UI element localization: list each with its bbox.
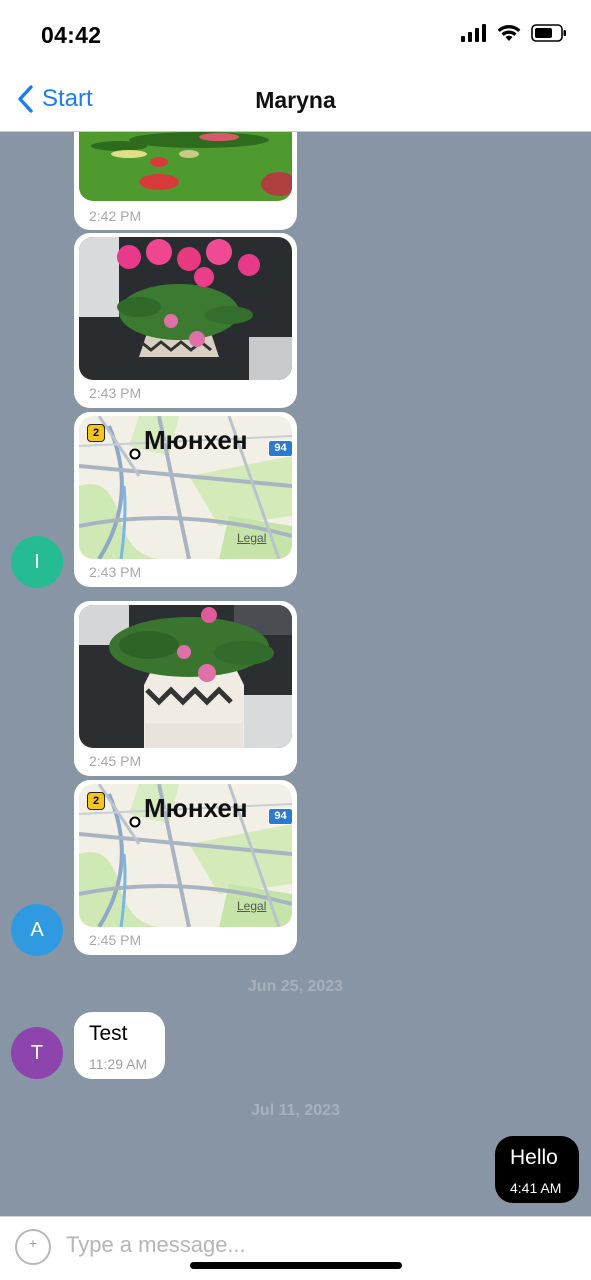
chevron-left-icon bbox=[18, 85, 33, 113]
message-photo-park[interactable] bbox=[79, 132, 292, 201]
add-attachment-button[interactable]: + bbox=[15, 1229, 51, 1265]
map-highway-badge: 94 bbox=[268, 808, 293, 825]
message-text: Test bbox=[89, 1022, 128, 1045]
message-text: Hello bbox=[510, 1146, 558, 1169]
message-bubble[interactable]: 2:43 PM bbox=[74, 233, 297, 408]
chat-messages[interactable]: 2:42 PM 2:43 PM Мюнхен 2 94 Legal 2:43 P… bbox=[0, 132, 591, 1216]
status-time: 04:42 bbox=[41, 22, 102, 48]
message-bubble[interactable]: Мюнхен 2 94 Legal 2:43 PM bbox=[74, 412, 297, 587]
avatar[interactable]: I bbox=[11, 536, 63, 588]
battery-icon bbox=[531, 24, 566, 42]
message-time: 11:29 AM bbox=[89, 1056, 148, 1072]
status-icons bbox=[461, 24, 567, 42]
message-time: 2:42 PM bbox=[89, 208, 142, 224]
message-bubble[interactable]: 2:42 PM bbox=[74, 132, 297, 230]
message-photo-flower[interactable] bbox=[79, 237, 292, 380]
map-legal-link[interactable]: Legal bbox=[237, 531, 266, 545]
date-separator: Jul 11, 2023 bbox=[251, 1102, 340, 1119]
map-route-badge: 2 bbox=[87, 792, 105, 810]
map-city-label: Мюнхен bbox=[144, 425, 248, 455]
message-bubble[interactable]: Test 11:29 AM bbox=[74, 1012, 165, 1079]
map-route-badge: 2 bbox=[87, 424, 105, 442]
status-bar: 04:42 bbox=[0, 0, 591, 72]
message-time: 2:45 PM bbox=[89, 753, 142, 769]
map-city-label: Мюнхен bbox=[144, 793, 248, 823]
wifi-icon bbox=[497, 25, 521, 41]
outgoing-message-bubble[interactable]: Hello 4:41 AM bbox=[495, 1136, 579, 1203]
avatar[interactable]: T bbox=[11, 1027, 63, 1079]
message-time: 4:41 AM bbox=[510, 1180, 562, 1196]
message-composer: + bbox=[0, 1216, 591, 1280]
map-legal-link[interactable]: Legal bbox=[237, 899, 266, 913]
message-photo-flower[interactable] bbox=[79, 605, 292, 748]
message-bubble[interactable]: Мюнхен 2 94 Legal 2:45 PM bbox=[74, 780, 297, 955]
message-time: 2:45 PM bbox=[89, 932, 142, 948]
message-bubble[interactable]: 2:45 PM bbox=[74, 601, 297, 776]
date-separator: Jun 25, 2023 bbox=[247, 978, 344, 995]
message-time: 2:43 PM bbox=[89, 564, 142, 580]
back-button[interactable]: Start bbox=[16, 84, 93, 114]
nav-bar: Maryna Start bbox=[0, 72, 591, 132]
avatar[interactable]: A bbox=[11, 904, 63, 956]
plus-circle-icon: + bbox=[28, 1235, 38, 1251]
message-input[interactable] bbox=[66, 1229, 566, 1261]
home-indicator bbox=[190, 1262, 402, 1269]
cellular-signal-icon bbox=[461, 24, 486, 42]
message-time: 2:43 PM bbox=[89, 385, 142, 401]
map-highway-badge: 94 bbox=[268, 440, 293, 457]
back-button-label: Start bbox=[42, 85, 93, 112]
